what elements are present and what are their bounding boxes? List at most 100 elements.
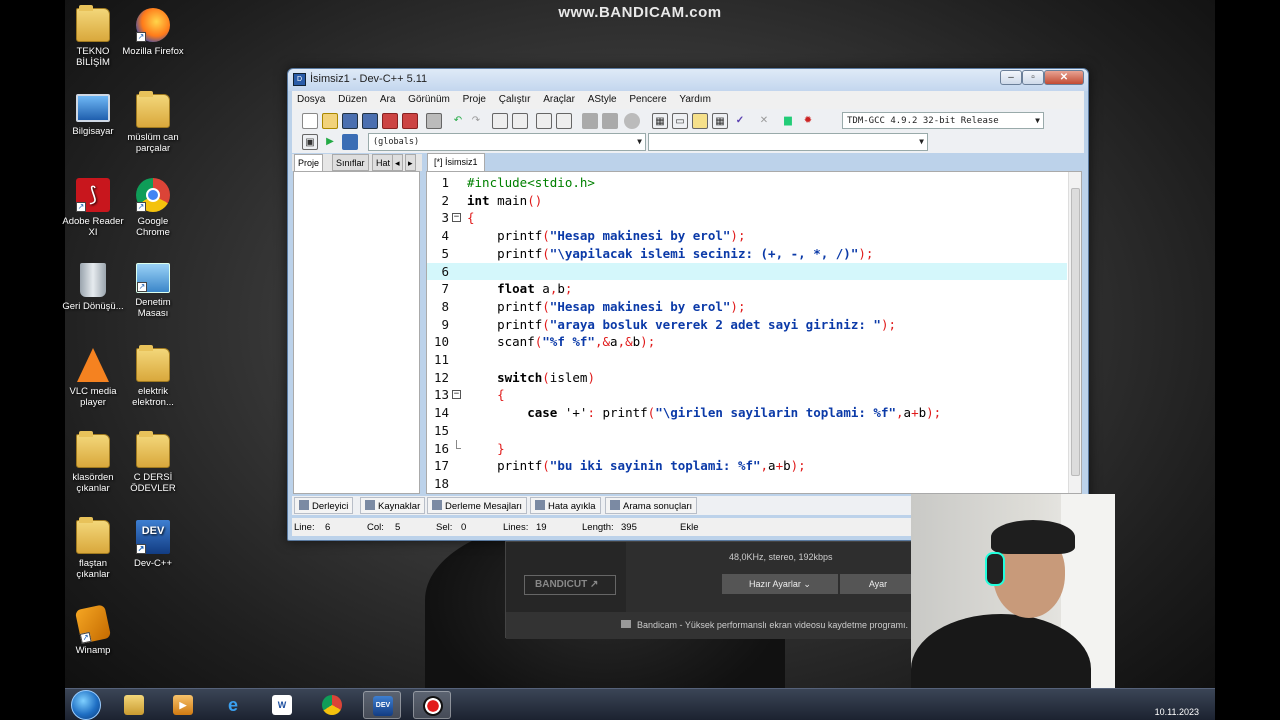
code-line[interactable]: 14 case '+': printf("\girilen sayilarin … [427, 404, 1067, 422]
undo-icon[interactable]: ↶ [450, 113, 466, 129]
code-line[interactable]: 11 [427, 351, 1067, 369]
function-select[interactable]: ▼ [648, 133, 928, 151]
bandicut-button[interactable]: BANDICUT ↗ [524, 575, 616, 595]
taskbar-devcpp[interactable]: DEV [363, 691, 401, 719]
compile-run-icon[interactable] [692, 113, 708, 129]
clean-icon[interactable]: ✕ [756, 113, 772, 129]
code-line[interactable]: 4 printf("Hesap makinesi by erol"); [427, 227, 1067, 245]
menu-duzen[interactable]: Düzen [333, 91, 372, 105]
desktop-icon-flastan[interactable]: flaştan çıkanlar [62, 517, 124, 580]
code-line[interactable]: 12 switch(islem) [427, 369, 1067, 387]
presets-button[interactable]: Hazır Ayarlar ⌄ [722, 574, 838, 594]
redo-icon[interactable]: ↷ [468, 113, 484, 129]
desktop-icon-elektrik[interactable]: elektrik elektron... [122, 345, 184, 408]
start-button[interactable] [71, 690, 101, 720]
code-line[interactable]: 3−{ [427, 209, 1067, 227]
save-all-icon[interactable] [362, 113, 378, 129]
desktop-icon-klasorden[interactable]: klasörden çıkanlar [62, 431, 124, 494]
menu-yardim[interactable]: Yardım [674, 91, 716, 105]
menu-ara[interactable]: Ara [375, 91, 401, 105]
taskbar-media-player[interactable]: ▶ [164, 691, 202, 719]
check-syntax-icon[interactable]: ✓ [732, 113, 748, 129]
code-line[interactable]: 15 [427, 422, 1067, 440]
code-line[interactable]: 2 int main() [427, 192, 1067, 210]
desktop-icon-c-dersi[interactable]: C DERSİ ÖDEVLER [122, 431, 184, 494]
editor-tab[interactable]: [*] İsimsiz1 [427, 153, 485, 171]
scrollbar-thumb[interactable] [1071, 188, 1080, 476]
tab-siniflar[interactable]: Sınıflar [332, 154, 369, 171]
scope-select[interactable]: (globals) ▼ [368, 133, 646, 151]
code-editor[interactable]: 1 #include<stdio.h> 2 int main() 3−{4 printf… [426, 171, 1082, 494]
save-icon[interactable] [342, 113, 358, 129]
menu-pencere[interactable]: Pencere [624, 91, 671, 105]
tab-hata[interactable]: Hat [372, 154, 395, 171]
code-line[interactable]: 13− { [427, 386, 1067, 404]
tab-proje[interactable]: Proje [294, 154, 324, 172]
tab-derleme-mesajlari[interactable]: Derleme Mesajları [427, 497, 528, 514]
insert-icon[interactable]: ▶ [322, 134, 338, 150]
desktop-icon-vlc[interactable]: VLC media player [62, 348, 124, 408]
taskbar-ie[interactable]: e [214, 691, 252, 719]
run-icon[interactable]: ▭ [672, 113, 688, 129]
open-file-icon[interactable] [322, 113, 338, 129]
toggle-icon[interactable] [342, 134, 358, 150]
taskbar-word[interactable]: W [263, 691, 301, 719]
minimize-button[interactable]: – [1000, 70, 1022, 85]
code-line[interactable]: 10 scanf("%f %f",&a,&b); [427, 333, 1067, 351]
code-line[interactable]: 6 [427, 262, 1067, 281]
debug-icon[interactable]: ✹ [800, 113, 816, 129]
desktop-icon-winamp[interactable]: ↗ Winamp [62, 604, 124, 656]
code-line[interactable]: 18 [427, 475, 1067, 493]
stop-icon[interactable] [624, 113, 640, 129]
taskbar-bandicam[interactable] [413, 691, 451, 719]
close-all-icon[interactable] [402, 113, 418, 129]
print-icon[interactable] [426, 113, 442, 129]
project-pane[interactable] [293, 171, 420, 494]
tab-derleyici[interactable]: Derleyici [294, 497, 354, 514]
new-class-icon[interactable]: ▣ [302, 134, 318, 150]
taskbar-explorer[interactable] [115, 691, 153, 719]
compile-icon[interactable]: ▦ [652, 113, 668, 129]
goto-line-icon[interactable] [536, 113, 552, 129]
code-line[interactable]: 1 #include<stdio.h> [427, 174, 1067, 192]
tab-scroll-left[interactable]: ◂ [392, 154, 403, 171]
code-line[interactable]: 8 printf("Hesap makinesi by erol"); [427, 298, 1067, 316]
desktop-icon-devcpp[interactable]: DEV ↗ Dev-C++ [122, 520, 184, 569]
find-icon[interactable] [492, 113, 508, 129]
desktop-icon-chrome[interactable]: ↗ Google Chrome [122, 178, 184, 238]
compiler-select[interactable]: TDM-GCC 4.9.2 32-bit Release ▼ [842, 112, 1044, 129]
menu-araclar[interactable]: Araçlar [538, 91, 580, 105]
desktop-icon-bilgisayar[interactable]: Bilgisayar [62, 94, 124, 137]
settings-button[interactable]: Ayar [840, 574, 916, 594]
profile-icon[interactable]: ▆ [780, 113, 796, 129]
desktop-icon-recycle-bin[interactable]: Geri Dönüşü... [62, 263, 124, 312]
bookmark-icon[interactable] [556, 113, 572, 129]
menu-proje[interactable]: Proje [458, 91, 491, 105]
desktop-icon-muslum-can[interactable]: müslüm can parçalar [122, 91, 184, 154]
fold-toggle-icon[interactable]: − [452, 390, 461, 400]
taskbar-chrome[interactable] [313, 691, 351, 719]
back-icon[interactable] [582, 113, 598, 129]
tab-hata-ayikla[interactable]: Hata ayıkla [530, 497, 601, 514]
rebuild-icon[interactable]: ▦ [712, 113, 728, 129]
replace-icon[interactable] [512, 113, 528, 129]
tab-arama-sonuclari[interactable]: Arama sonuçları [605, 497, 698, 514]
tab-scroll-right[interactable]: ▸ [405, 154, 416, 171]
menu-calistir[interactable]: Çalıştır [494, 91, 536, 105]
fold-toggle-icon[interactable]: − [452, 213, 461, 223]
code-line[interactable]: 16 } [427, 439, 1067, 458]
menu-gorunum[interactable]: Görünüm [403, 91, 455, 105]
new-file-icon[interactable] [302, 113, 318, 129]
code-line[interactable]: 5 printf("\yapilacak islemi seciniz: (+,… [427, 245, 1067, 263]
menu-dosya[interactable]: Dosya [292, 91, 330, 105]
title-bar[interactable]: D İsimsiz1 - Dev-C++ 5.11 – ▫ ✕ [288, 69, 1088, 91]
desktop-icon-adobe-reader[interactable]: ⟆ ↗ Adobe Reader XI [62, 178, 124, 238]
code-line[interactable]: 9 printf("araya bosluk vererek 2 adet sa… [427, 316, 1067, 334]
close-button[interactable]: ✕ [1044, 70, 1084, 85]
code-line[interactable]: 17 printf("bu iki sayinin toplami: %f",a… [427, 457, 1067, 475]
menu-astyle[interactable]: AStyle [583, 91, 622, 105]
tab-kaynaklar[interactable]: Kaynaklar [360, 497, 426, 514]
desktop-icon-control-panel[interactable]: ↗ Denetim Masası [122, 263, 184, 319]
editor-scrollbar[interactable] [1068, 172, 1081, 493]
forward-icon[interactable] [602, 113, 618, 129]
